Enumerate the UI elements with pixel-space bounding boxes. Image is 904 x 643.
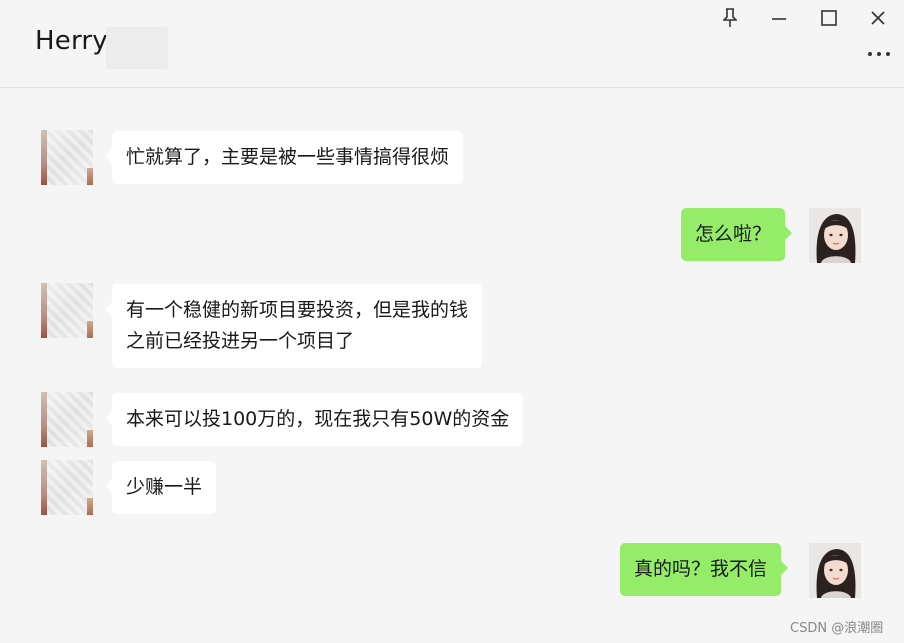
message-bubble-incoming[interactable]: 本来可以投100万的，现在我只有50W的资金	[104, 393, 524, 446]
message-text-line: 之前已经投进另一个项目了	[126, 330, 355, 352]
message-bubble-outgoing[interactable]: 真的吗？我不信	[620, 543, 789, 596]
message-text: 本来可以投100万的，现在我只有50W的资金	[126, 408, 510, 430]
title-redaction	[106, 27, 168, 69]
message-text: 真的吗？我不信	[634, 558, 768, 580]
contact-avatar[interactable]	[41, 392, 93, 447]
message-text-line: 有一个稳健的新项目要投资，但是我的钱	[126, 299, 469, 321]
minimize-icon[interactable]	[767, 6, 791, 30]
chat-title: Herry	[35, 26, 108, 56]
self-avatar[interactable]	[809, 543, 861, 598]
watermark-text: CSDN @浪潮圈	[790, 621, 884, 636]
message-bubble-outgoing[interactable]: 怎么啦？	[681, 208, 793, 261]
self-avatar[interactable]	[809, 208, 861, 263]
message-text: 少赚一半	[126, 476, 203, 498]
message-text: 怎么啦？	[695, 223, 772, 245]
message-bubble-incoming[interactable]: 有一个稳健的新项目要投资，但是我的钱 之前已经投进另一个项目了	[104, 284, 483, 368]
message-bubble-incoming[interactable]: 少赚一半	[104, 461, 217, 514]
more-dots-icon[interactable]	[864, 44, 894, 64]
title-bar: Herry	[0, 0, 904, 88]
message-text: 忙就算了，主要是被一些事情搞得很烦	[126, 146, 450, 168]
maximize-icon[interactable]	[817, 6, 841, 30]
message-bubble-incoming[interactable]: 忙就算了，主要是被一些事情搞得很烦	[104, 131, 464, 184]
contact-avatar[interactable]	[41, 130, 93, 185]
pin-icon[interactable]	[718, 6, 742, 30]
contact-avatar[interactable]	[41, 460, 93, 515]
contact-avatar[interactable]	[41, 283, 93, 338]
close-icon[interactable]	[866, 6, 890, 30]
